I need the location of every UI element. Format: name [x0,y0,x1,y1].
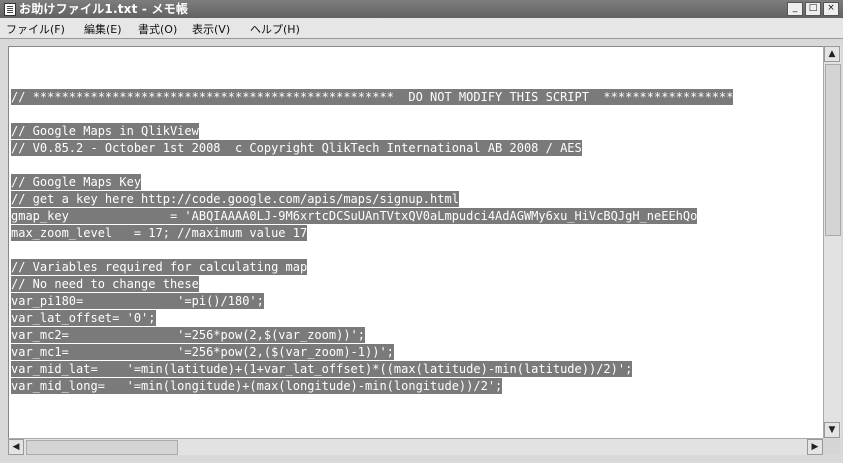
vertical-scrollbar[interactable]: ▲ ▼ [823,46,841,438]
editor-line: // Google Maps Key [11,174,142,190]
editor-line: // V0.85.2 - October 1st 2008 c Copyrigh… [11,140,582,156]
editor-line: // Variables required for calculating ma… [11,259,308,275]
menu-file[interactable]: ファイル(F) [2,20,69,38]
title-bar[interactable]: お助けファイル1.txt - メモ帳 _ □ × [0,0,843,18]
editor-line: var_lat_offset= '0'; [11,310,156,326]
scroll-up-button[interactable]: ▲ [824,46,840,62]
horizontal-scrollbar[interactable]: ◀ ▶ [8,438,823,455]
window-title: お助けファイル1.txt - メモ帳 [19,2,189,16]
scroll-down-button[interactable]: ▼ [824,422,840,438]
editor-line: max_zoom_level = 17; //maximum value 17 [11,225,308,241]
scroll-right-button[interactable]: ▶ [807,439,823,455]
editor-line: var_mc2= '=256*pow(2,$(var_zoom))'; [11,327,366,343]
editor-line: // No need to change these [11,276,199,292]
menu-view[interactable]: 表示(V) [188,20,234,38]
editor-line: // *************************************… [11,89,734,105]
editor-line: // Google Maps in QlikView [11,123,199,139]
editor-line: // get a key here http://code.google.com… [11,191,459,207]
editor-line: var_pi180= '=pi()/180'; [11,293,264,309]
close-button[interactable]: × [823,2,839,16]
menu-edit[interactable]: 編集(E) [80,20,126,38]
editor-line: gmap_key = 'ABQIAAAA0LJ-9M6xrtcDCSuUAnTV… [11,208,698,224]
editor-line: var_mid_long= '=min(longitude)+(max(long… [11,378,503,394]
menu-help[interactable]: ヘルプ(H) [246,20,304,38]
text-editor-area[interactable]: // *************************************… [8,46,825,440]
size-grip[interactable] [823,438,840,454]
menu-bar: ファイル(F) 編集(E) 書式(O) 表示(V) ヘルプ(H) [0,18,843,39]
editor-line: var_mc1= '=256*pow(2,($(var_zoom)-1))'; [11,344,394,360]
maximize-button[interactable]: □ [805,2,821,16]
menu-format[interactable]: 書式(O) [134,20,181,38]
vertical-scroll-thumb[interactable] [825,64,841,236]
window-controls: _ □ × [787,2,839,16]
notepad-window: お助けファイル1.txt - メモ帳 _ □ × ファイル(F) 編集(E) 書… [0,0,843,463]
minimize-button[interactable]: _ [787,2,803,16]
scroll-left-button[interactable]: ◀ [8,439,24,455]
notepad-icon [4,3,16,16]
editor-line: var_mid_lat= '=min(latitude)+(1+var_lat_… [11,361,633,377]
horizontal-scroll-thumb[interactable] [26,440,178,455]
